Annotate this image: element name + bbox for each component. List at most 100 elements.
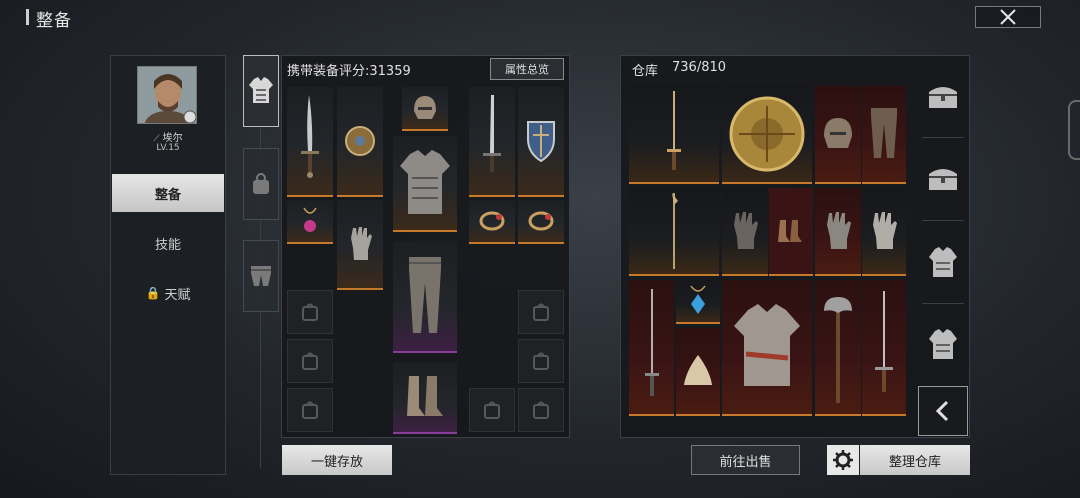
filter-chest[interactable] — [920, 66, 966, 126]
bag-icon — [533, 303, 549, 321]
bag-icon — [484, 401, 500, 419]
pants-icon — [871, 108, 897, 158]
bag-icon — [302, 303, 318, 321]
close-button[interactable] — [975, 6, 1041, 28]
warehouse-item[interactable] — [862, 86, 906, 184]
longsword-icon — [875, 291, 893, 392]
side-tab-skill[interactable]: 技能 — [112, 224, 224, 262]
equipment-score: 携带装备评分:31359 — [287, 64, 411, 79]
gauntlet-icon — [827, 212, 851, 249]
character-level: LV.15 — [156, 143, 180, 153]
collapse-button[interactable] — [918, 386, 968, 436]
armor-filter-icon — [929, 247, 957, 277]
filter-divider — [922, 137, 964, 138]
axe-icon — [824, 297, 852, 403]
avatar[interactable] — [137, 66, 197, 124]
gauntlet-icon — [351, 227, 372, 260]
tab-legs[interactable] — [243, 240, 279, 312]
go-sell-button[interactable]: 前往出售 — [691, 445, 800, 475]
warehouse-count: 736/810 — [672, 60, 727, 75]
warehouse-item[interactable] — [769, 188, 813, 276]
warehouse-item[interactable] — [722, 188, 768, 276]
equip-slot-amulet[interactable] — [287, 200, 333, 244]
empty-slot[interactable] — [518, 339, 564, 383]
equip-slot-chest[interactable] — [393, 136, 457, 232]
quick-store-button[interactable]: 一键存放 — [282, 445, 392, 475]
warehouse-item[interactable] — [722, 86, 812, 184]
portrait-icon — [138, 67, 196, 123]
equip-slot-offhand[interactable] — [337, 87, 383, 197]
polearm-icon — [672, 193, 678, 269]
tab-armor[interactable] — [243, 55, 279, 127]
longsword-icon — [667, 91, 681, 170]
warehouse-item[interactable] — [862, 280, 906, 416]
side-tab-talent-label: 天赋 — [164, 287, 191, 303]
boots-icon — [778, 220, 802, 242]
boots-icon — [407, 376, 443, 416]
warehouse-item[interactable] — [815, 188, 861, 276]
pants-icon — [409, 257, 441, 333]
side-drawer-handle[interactable] — [1068, 100, 1080, 160]
kite-shield-icon — [527, 121, 555, 163]
empty-slot[interactable] — [518, 388, 564, 432]
accessory-icon — [253, 173, 269, 194]
warehouse-item[interactable] — [676, 280, 720, 324]
warehouse-item[interactable] — [815, 280, 861, 416]
warehouse-item[interactable] — [629, 188, 719, 276]
arrange-warehouse-button[interactable]: 整理仓库 — [860, 445, 970, 475]
filter-chest-2[interactable] — [920, 148, 966, 208]
settings-button[interactable] — [827, 445, 859, 475]
bag-icon — [302, 401, 318, 419]
sword-icon — [483, 95, 501, 172]
equip-slot-head[interactable] — [402, 87, 448, 131]
attribute-overview-button[interactable]: 属性总览 — [490, 58, 564, 80]
side-tab-equip[interactable]: 整备 — [112, 174, 224, 212]
filter-divider — [922, 220, 964, 221]
helmet-icon — [824, 118, 852, 148]
warehouse-item[interactable] — [862, 188, 906, 276]
equip-slot-shield[interactable] — [518, 87, 564, 197]
empty-slot[interactable] — [469, 388, 515, 432]
gear-icon — [833, 450, 853, 470]
chest-filter-icon — [929, 169, 957, 190]
round-shield-icon — [345, 126, 375, 156]
warehouse-title: 仓库 — [632, 64, 659, 79]
warehouse-item[interactable] — [815, 86, 861, 184]
ring-icon — [479, 211, 505, 231]
chest-filter-icon — [929, 87, 957, 108]
warehouse-item[interactable] — [676, 328, 720, 416]
helmet-icon — [414, 96, 436, 119]
amulet-icon — [690, 285, 706, 314]
equip-slot-weapon-2[interactable] — [469, 87, 515, 197]
filter-armor-2[interactable] — [920, 314, 966, 374]
empty-slot[interactable] — [287, 339, 333, 383]
amulet-icon — [303, 207, 317, 232]
warehouse-item[interactable] — [629, 280, 674, 416]
filter-armor[interactable] — [920, 232, 966, 292]
warehouse-item[interactable] — [722, 280, 812, 416]
bag-icon — [533, 401, 549, 419]
hood-icon — [684, 355, 712, 385]
side-tab-talent[interactable]: 🔒 天赋 — [112, 274, 224, 312]
armor-icon — [249, 77, 273, 103]
filter-divider — [922, 303, 964, 304]
close-icon — [1000, 9, 1016, 25]
empty-slot[interactable] — [518, 290, 564, 334]
equip-slot-ring-2[interactable] — [518, 200, 564, 244]
equip-slot-feet[interactable] — [393, 362, 457, 434]
page-title: 整备 — [26, 6, 72, 31]
tab-accessory[interactable] — [243, 148, 279, 220]
equip-slot-ring-1[interactable] — [469, 200, 515, 244]
equip-slot-legs[interactable] — [393, 241, 457, 353]
chevron-left-icon — [935, 400, 949, 422]
equip-slot-gloves[interactable] — [337, 200, 383, 290]
chest-armor-icon — [400, 150, 450, 214]
equip-slot-weapon[interactable] — [287, 87, 333, 197]
empty-slot[interactable] — [287, 388, 333, 432]
longsword-icon — [644, 289, 659, 396]
bag-icon — [302, 352, 318, 370]
bag-icon — [533, 352, 549, 370]
ring-icon — [528, 211, 554, 231]
empty-slot[interactable] — [287, 290, 333, 334]
warehouse-item[interactable] — [629, 86, 719, 184]
